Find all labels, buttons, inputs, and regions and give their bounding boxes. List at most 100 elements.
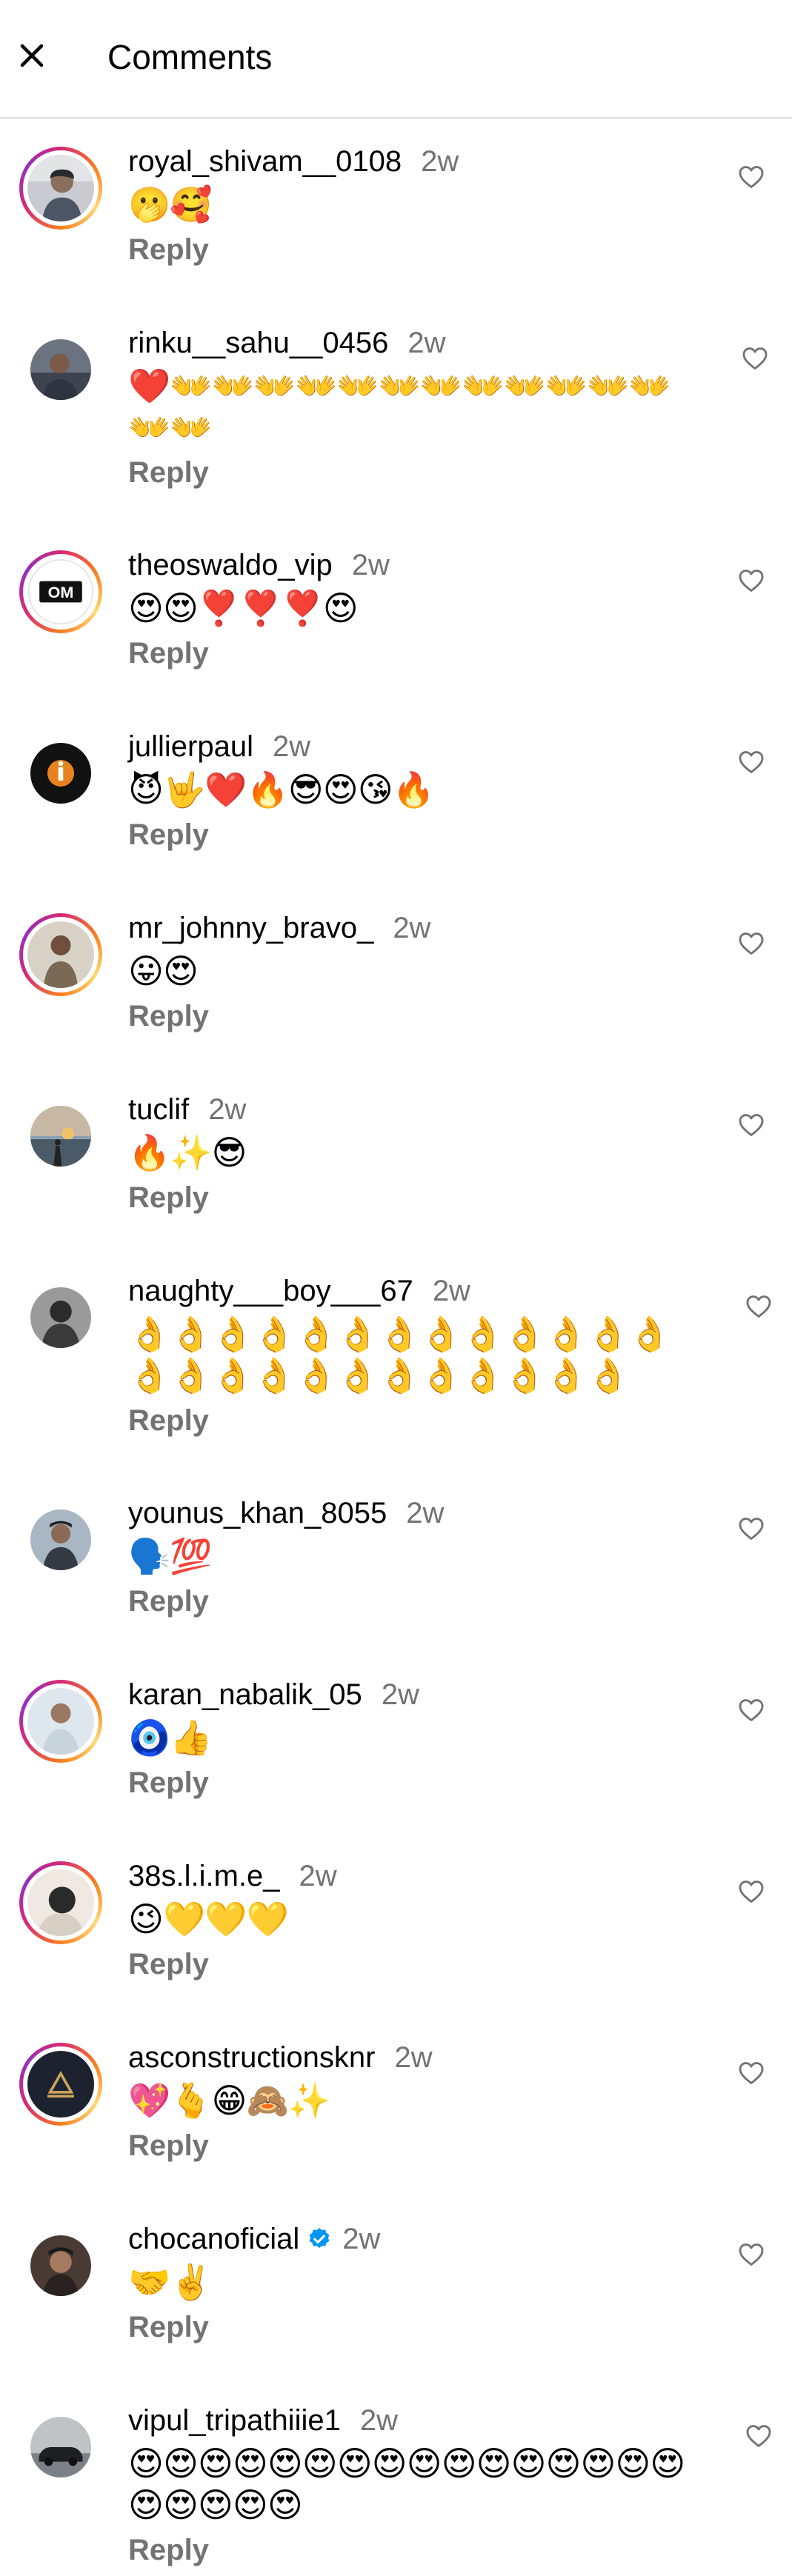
person-avatar-icon xyxy=(30,339,91,400)
timestamp: 2w xyxy=(299,1859,337,1892)
person-avatar-icon xyxy=(27,1869,94,1936)
person-avatar-icon xyxy=(30,1509,91,1570)
like-button[interactable] xyxy=(737,748,765,776)
reply-button[interactable]: Reply xyxy=(128,635,209,672)
reply-button[interactable]: Reply xyxy=(128,1179,209,1216)
username[interactable]: younus_khan_8055 xyxy=(128,1497,387,1530)
username[interactable]: vipul_tripathiiie1 xyxy=(128,2404,341,2437)
comment-item: 38s.l.i.m.e_ 2w 😉💛💛💛 Reply xyxy=(0,1855,792,2003)
avatar[interactable] xyxy=(19,1095,102,1178)
username[interactable]: 38s.l.i.m.e_ xyxy=(128,1860,280,1893)
reply-button[interactable]: Reply xyxy=(128,1402,209,1439)
timestamp: 2w xyxy=(351,548,390,581)
username[interactable]: naughty___boy___67 xyxy=(128,1275,413,1308)
comment-text: 👌👌👌👌👌👌👌👌👌👌👌👌👌👌👌👌👌👌👌👌👌👌👌👌👌 xyxy=(128,1315,671,1395)
reply-button[interactable]: Reply xyxy=(128,2532,209,2569)
close-button[interactable] xyxy=(13,37,50,74)
comment-text: ❤️👐👐👐👐👐👐👐👐👐👐👐👐👐👐 xyxy=(128,367,671,447)
username[interactable]: asconstructionsknr xyxy=(128,2041,375,2075)
close-icon xyxy=(20,44,44,67)
person-avatar-icon xyxy=(27,1688,94,1755)
comment-item: tuclif 2w 🔥✨😎 Reply xyxy=(0,1089,792,1237)
like-button[interactable] xyxy=(737,1515,765,1543)
comment-text: 🫢🥰 xyxy=(128,185,213,224)
reply-button[interactable]: Reply xyxy=(128,454,209,491)
avatar[interactable] xyxy=(19,2043,102,2126)
avatar[interactable] xyxy=(19,913,102,996)
username[interactable]: tuclif xyxy=(128,1093,189,1127)
reply-button[interactable]: Reply xyxy=(128,1764,209,1801)
username[interactable]: jullierpaul xyxy=(128,730,253,764)
avatar[interactable] xyxy=(19,328,102,411)
avatar[interactable] xyxy=(19,147,102,230)
avatar[interactable]: OM xyxy=(19,550,102,633)
like-button[interactable] xyxy=(741,344,769,373)
heart-icon xyxy=(739,1518,764,1540)
reply-button[interactable]: Reply xyxy=(128,2309,209,2346)
timestamp: 2w xyxy=(432,1274,470,1307)
comment-header: vipul_tripathiiie1 2w xyxy=(128,2400,398,2441)
like-button[interactable] xyxy=(737,567,765,595)
avatar[interactable] xyxy=(19,1498,102,1581)
comment-header: mr_johnny_bravo_ 2w xyxy=(128,907,430,949)
username[interactable]: chocanoficial xyxy=(128,2223,299,2256)
like-button[interactable] xyxy=(737,2059,765,2087)
comment-text: 🗣️💯 xyxy=(128,1537,213,1575)
comment-header: chocanoficial 2w xyxy=(128,2218,380,2260)
reply-button[interactable]: Reply xyxy=(128,816,209,853)
person-avatar-icon xyxy=(30,2235,91,2296)
heart-icon xyxy=(739,1114,764,1136)
like-button[interactable] xyxy=(737,1111,765,1139)
like-button[interactable] xyxy=(745,2422,773,2450)
person-avatar-icon xyxy=(30,1287,91,1348)
avatar[interactable] xyxy=(19,1861,102,1944)
person-avatar-icon xyxy=(27,921,94,988)
verified-badge-icon xyxy=(307,2226,332,2252)
reply-button[interactable]: Reply xyxy=(128,1583,209,1620)
comment-text: 💖🫰😁🙈✨ xyxy=(128,2081,330,2120)
username[interactable]: rinku__sahu__0456 xyxy=(128,327,388,360)
comment-item: jullierpaul 2w 😈🤟❤️🔥😎😍😘🔥 Reply xyxy=(0,726,792,874)
logo-avatar-icon xyxy=(27,2051,94,2118)
avatar[interactable] xyxy=(19,2406,102,2489)
timestamp: 2w xyxy=(208,1092,247,1126)
avatar[interactable] xyxy=(19,1276,102,1359)
heart-icon xyxy=(739,570,764,592)
reply-button[interactable]: Reply xyxy=(128,2127,209,2164)
reply-button[interactable]: Reply xyxy=(128,998,209,1035)
avatar[interactable] xyxy=(19,2224,102,2307)
timestamp: 2w xyxy=(421,144,459,178)
username[interactable]: karan_nabalik_05 xyxy=(128,1678,362,1712)
comment-header: tuclif 2w xyxy=(128,1089,246,1130)
comment-header: 38s.l.i.m.e_ 2w xyxy=(128,1855,337,1897)
heart-icon xyxy=(739,1699,764,1721)
username[interactable]: royal_shivam__0108 xyxy=(128,145,402,178)
like-button[interactable] xyxy=(737,2240,765,2269)
comment-text: 😍😍😍😍😍😍😍😍😍😍😍😍😍😍😍😍😍😍😍😍😍 xyxy=(128,2444,685,2524)
comment-header: rinku__sahu__0456 2w xyxy=(128,322,446,364)
like-button[interactable] xyxy=(745,1292,773,1321)
comment-text: 😉💛💛💛 xyxy=(128,1900,289,1938)
comment-text: 😈🤟❤️🔥😎😍😘🔥 xyxy=(128,770,435,809)
heart-icon xyxy=(739,2243,764,2266)
timestamp: 2w xyxy=(407,326,446,359)
heart-icon xyxy=(746,2425,771,2447)
reply-button[interactable]: Reply xyxy=(128,231,209,268)
comments-header: Comments xyxy=(0,0,792,119)
timestamp: 2w xyxy=(406,1496,445,1529)
heart-icon xyxy=(746,1295,771,1318)
comment-item: karan_nabalik_05 2w 🧿👍 Reply xyxy=(0,1674,792,1822)
like-button[interactable] xyxy=(737,1878,765,1906)
username[interactable]: mr_johnny_bravo_ xyxy=(128,912,373,945)
reply-button[interactable]: Reply xyxy=(128,1946,209,1983)
username[interactable]: theoswaldo_vip xyxy=(128,549,333,582)
like-button[interactable] xyxy=(737,163,765,191)
comment-text: 🔥✨😎 xyxy=(128,1133,247,1172)
timestamp: 2w xyxy=(393,911,431,944)
heart-icon xyxy=(739,166,764,188)
avatar[interactable] xyxy=(19,732,102,815)
like-button[interactable] xyxy=(737,1696,765,1724)
avatar[interactable] xyxy=(19,1680,102,1763)
comment-item: OM theoswaldo_vip 2w 😍😍❣️❣️❣️😍 Reply xyxy=(0,544,792,693)
like-button[interactable] xyxy=(737,930,765,958)
